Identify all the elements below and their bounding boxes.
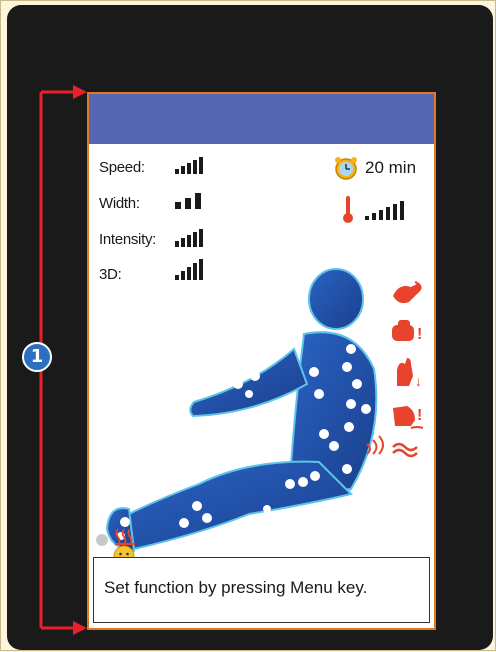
width-level-bars (175, 193, 201, 209)
speed-level-bars (175, 157, 203, 174)
message-text: Set function by pressing Menu key. (104, 578, 368, 597)
display-screen: Speed: Width: Intensity: 3D: 20 min ! ↓ … (87, 92, 436, 630)
speed-label: Speed: (99, 159, 145, 176)
timer-value: 20 min (365, 158, 417, 177)
heat-waves-icon (115, 528, 135, 545)
knock-mode-icon[interactable]: ! (389, 396, 429, 430)
shiatsu-mode-icon[interactable]: ↓ (389, 356, 429, 390)
svg-text:!: ! (417, 407, 422, 424)
heat-level-bars (365, 201, 404, 220)
knead-mode-icon[interactable] (389, 278, 429, 308)
message-box: Set function by pressing Menu key. (93, 557, 430, 623)
callout-badge: 1 (22, 342, 52, 372)
svg-text:↓: ↓ (415, 373, 422, 389)
svg-text:!: ! (417, 326, 422, 343)
thermometer-icon (343, 196, 353, 223)
intensity-level-bars (175, 229, 203, 247)
intensity-label: Intensity: (99, 231, 157, 248)
header-bar (89, 94, 434, 144)
tap-mode-icon[interactable]: ! (389, 317, 429, 347)
page-frame: 1 Speed: Width: Intensity: 3D: 20 min ! … (0, 0, 496, 651)
alarm-clock-icon (335, 157, 357, 180)
roll-mode-icon[interactable] (389, 437, 429, 461)
body-massage-zone-figure (96, 268, 384, 553)
width-label: Width: (99, 195, 140, 212)
